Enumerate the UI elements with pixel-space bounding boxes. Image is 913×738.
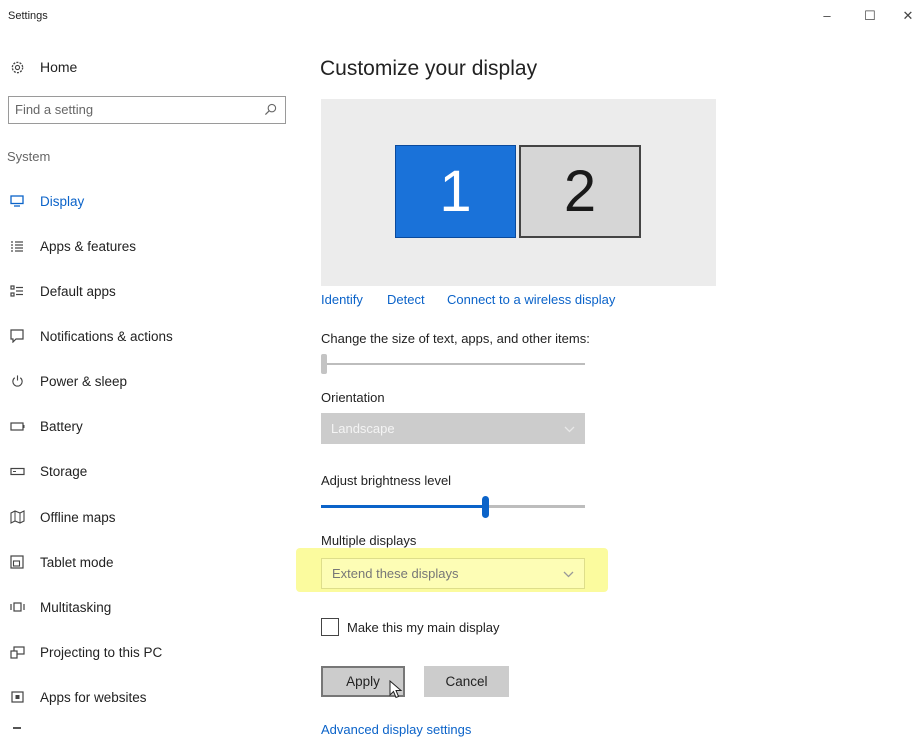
sidebar-item-tablet-mode[interactable]: Tablet mode xyxy=(8,550,114,574)
minimize-button[interactable]: – xyxy=(815,6,839,26)
window-title: Settings xyxy=(8,10,48,22)
sidebar-item-label: Display xyxy=(40,193,85,209)
power-icon xyxy=(8,374,26,388)
close-button[interactable]: ✕ xyxy=(896,6,913,26)
sidebar-item-notifications[interactable]: Notifications & actions xyxy=(8,324,173,348)
cancel-button[interactable]: Cancel xyxy=(424,666,509,697)
brightness-slider-track[interactable] xyxy=(321,505,585,508)
brightness-slider-fill xyxy=(321,505,485,508)
brightness-slider-thumb[interactable] xyxy=(481,496,489,518)
scale-label: Change the size of text, apps, and other… xyxy=(321,331,590,346)
search-icon[interactable] xyxy=(264,103,277,121)
cursor-pointer-icon xyxy=(389,679,403,705)
more-items-indicator xyxy=(13,727,21,729)
chevron-down-icon xyxy=(564,421,575,436)
apps-websites-icon xyxy=(8,691,26,703)
multiple-displays-label: Multiple displays xyxy=(321,533,417,548)
sidebar-item-label: Apps & features xyxy=(40,238,137,254)
storage-icon xyxy=(8,467,26,476)
projecting-icon xyxy=(8,645,26,659)
search-input[interactable] xyxy=(15,97,255,121)
multiple-displays-dropdown[interactable]: Extend these displays xyxy=(321,558,585,589)
sidebar-item-label: Battery xyxy=(40,418,83,434)
tablet-icon xyxy=(8,555,26,569)
search-box[interactable] xyxy=(8,96,286,124)
sidebar-item-default-apps[interactable]: Default apps xyxy=(8,279,116,303)
default-apps-icon xyxy=(8,284,26,298)
sidebar-item-apps-features[interactable]: Apps & features xyxy=(8,234,136,258)
display-arrangement: 1 2 xyxy=(321,99,716,286)
detect-link[interactable]: Detect xyxy=(387,292,425,307)
wireless-display-link[interactable]: Connect to a wireless display xyxy=(447,292,615,307)
orientation-label: Orientation xyxy=(321,390,385,405)
sidebar-item-label: Multitasking xyxy=(40,599,112,615)
orientation-value: Landscape xyxy=(331,421,395,436)
sidebar-item-multitasking[interactable]: Multitasking xyxy=(8,595,111,619)
monitor-1[interactable]: 1 xyxy=(395,145,516,238)
scale-slider-track[interactable] xyxy=(321,363,585,365)
sidebar-item-power-sleep[interactable]: Power & sleep xyxy=(8,369,127,393)
map-icon xyxy=(8,510,26,524)
chevron-down-icon xyxy=(563,566,574,581)
section-header: System xyxy=(7,149,51,164)
home-label: Home xyxy=(40,59,78,75)
notification-icon xyxy=(8,329,26,343)
list-icon xyxy=(8,240,26,253)
sidebar-item-label: Projecting to this PC xyxy=(40,644,163,660)
sidebar-item-label: Tablet mode xyxy=(40,554,114,570)
orientation-dropdown[interactable]: Landscape xyxy=(321,413,585,444)
multiple-displays-value: Extend these displays xyxy=(332,566,459,581)
monitor-icon xyxy=(8,195,26,207)
sidebar-item-label: Default apps xyxy=(40,283,116,299)
sidebar-item-display[interactable]: Display xyxy=(8,189,84,213)
sidebar-item-battery[interactable]: Battery xyxy=(8,414,83,438)
sidebar-item-apps-websites[interactable]: Apps for websites xyxy=(8,685,147,709)
main-display-checkbox[interactable] xyxy=(321,618,339,636)
scale-slider-thumb[interactable] xyxy=(321,354,327,374)
sidebar-item-projecting[interactable]: Projecting to this PC xyxy=(8,640,162,664)
battery-icon xyxy=(8,421,26,431)
sidebar-item-label: Power & sleep xyxy=(40,373,128,389)
sidebar-item-storage[interactable]: Storage xyxy=(8,459,87,483)
sidebar-item-label: Offline maps xyxy=(40,509,116,525)
gear-icon xyxy=(8,60,26,75)
brightness-label: Adjust brightness level xyxy=(321,473,452,488)
sidebar-item-label: Notifications & actions xyxy=(40,328,173,344)
monitor-2[interactable]: 2 xyxy=(519,145,641,238)
main-display-label: Make this my main display xyxy=(347,620,500,635)
sidebar-home[interactable]: Home xyxy=(8,57,77,77)
page-title: Customize your display xyxy=(320,57,538,80)
identify-link[interactable]: Identify xyxy=(321,292,363,307)
sidebar-item-offline-maps[interactable]: Offline maps xyxy=(8,505,116,529)
advanced-display-settings-link[interactable]: Advanced display settings xyxy=(321,722,471,737)
sidebar-item-label: Apps for websites xyxy=(40,689,147,705)
sidebar-item-label: Storage xyxy=(40,463,88,479)
maximize-button[interactable]: ☐ xyxy=(858,6,882,26)
multitasking-icon xyxy=(8,602,26,612)
